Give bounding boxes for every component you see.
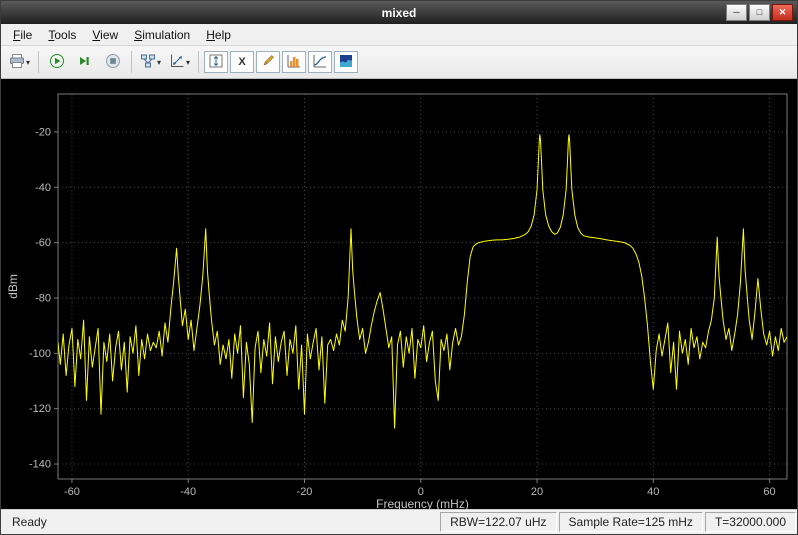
svg-text:-20: -20 [35, 126, 51, 138]
ccdf-measurements-button[interactable] [308, 51, 332, 73]
dropdown-arrow-icon: ▾ [157, 58, 161, 67]
svg-text:-40: -40 [35, 182, 51, 194]
window-controls: ─ □ ✕ [726, 4, 797, 21]
toolbar-separator [38, 51, 39, 73]
title-bar[interactable]: mixed ─ □ ✕ [1, 1, 797, 24]
svg-text:-120: -120 [29, 403, 51, 415]
channel-measurements-icon [286, 53, 302, 72]
dropdown-arrow-icon: ▾ [186, 58, 190, 67]
status-ready: Ready [2, 512, 438, 532]
dropdown-arrow-icon: ▾ [26, 58, 30, 67]
minimize-button[interactable]: ─ [726, 4, 747, 21]
print-button[interactable]: ▾ [6, 49, 33, 75]
channel-measurements-button[interactable] [282, 51, 306, 73]
status-bar: Ready RBW=122.07 uHz Sample Rate=125 mHz… [1, 509, 797, 534]
close-button[interactable]: ✕ [772, 4, 793, 21]
ccdf-icon [312, 53, 328, 72]
menu-simulation[interactable]: Simulation [126, 26, 198, 44]
span-icon [208, 53, 224, 72]
spectrum-plot: -60-40-200204060-20-40-60-80-100-120-140… [1, 79, 797, 509]
plot-area: -60-40-200204060-20-40-60-80-100-120-140… [1, 79, 797, 509]
peak-finder-button[interactable]: X [230, 51, 254, 73]
printer-icon [9, 53, 25, 72]
svg-text:-60: -60 [64, 486, 80, 498]
maximize-button[interactable]: □ [749, 4, 770, 21]
menu-help[interactable]: Help [198, 26, 239, 44]
svg-text:40: 40 [647, 486, 659, 498]
playback-button[interactable]: ▾ [137, 49, 164, 75]
peak-finder-icon: X [234, 53, 250, 72]
status-rbw: RBW=122.07 uHz [440, 512, 556, 532]
status-time: T=32000.000 [705, 512, 796, 532]
window-title: mixed [1, 6, 797, 20]
svg-text:-60: -60 [35, 237, 51, 249]
distortion-icon [260, 53, 276, 72]
menu-tools[interactable]: Tools [40, 26, 84, 44]
spectrogram-button[interactable] [334, 51, 358, 73]
svg-text:-80: -80 [35, 292, 51, 304]
svg-text:-20: -20 [297, 486, 313, 498]
span-button[interactable] [204, 51, 228, 73]
run-button[interactable] [44, 49, 70, 75]
spectrum-analyzer-window: mixed ─ □ ✕ File Tools View Simulation H… [0, 0, 798, 535]
menu-file[interactable]: File [5, 26, 40, 44]
spectrogram-icon [338, 53, 354, 72]
svg-text:-140: -140 [29, 459, 51, 471]
svg-text:-100: -100 [29, 348, 51, 360]
distortion-measurements-button[interactable] [256, 51, 280, 73]
svg-text:dBm: dBm [6, 274, 20, 299]
autoscale-icon [169, 53, 185, 72]
stop-icon [105, 53, 121, 72]
step-forward-button[interactable] [72, 49, 98, 75]
svg-text:Frequency (mHz): Frequency (mHz) [376, 497, 469, 509]
menu-bar: File Tools View Simulation Help [1, 24, 797, 46]
toolbar-separator [198, 51, 199, 73]
autoscale-button[interactable]: ▾ [166, 49, 193, 75]
stop-button[interactable] [100, 49, 126, 75]
svg-text:60: 60 [763, 486, 775, 498]
toolbar-separator [131, 51, 132, 73]
menu-view[interactable]: View [84, 26, 126, 44]
playback-icon [140, 53, 156, 72]
svg-text:-40: -40 [180, 486, 196, 498]
toolbar: ▾ ▾ ▾ X [1, 46, 797, 79]
svg-text:20: 20 [531, 486, 543, 498]
run-icon [49, 53, 65, 72]
status-sample-rate: Sample Rate=125 mHz [559, 512, 703, 532]
step-forward-icon [77, 53, 93, 72]
svg-text:X: X [238, 56, 246, 68]
